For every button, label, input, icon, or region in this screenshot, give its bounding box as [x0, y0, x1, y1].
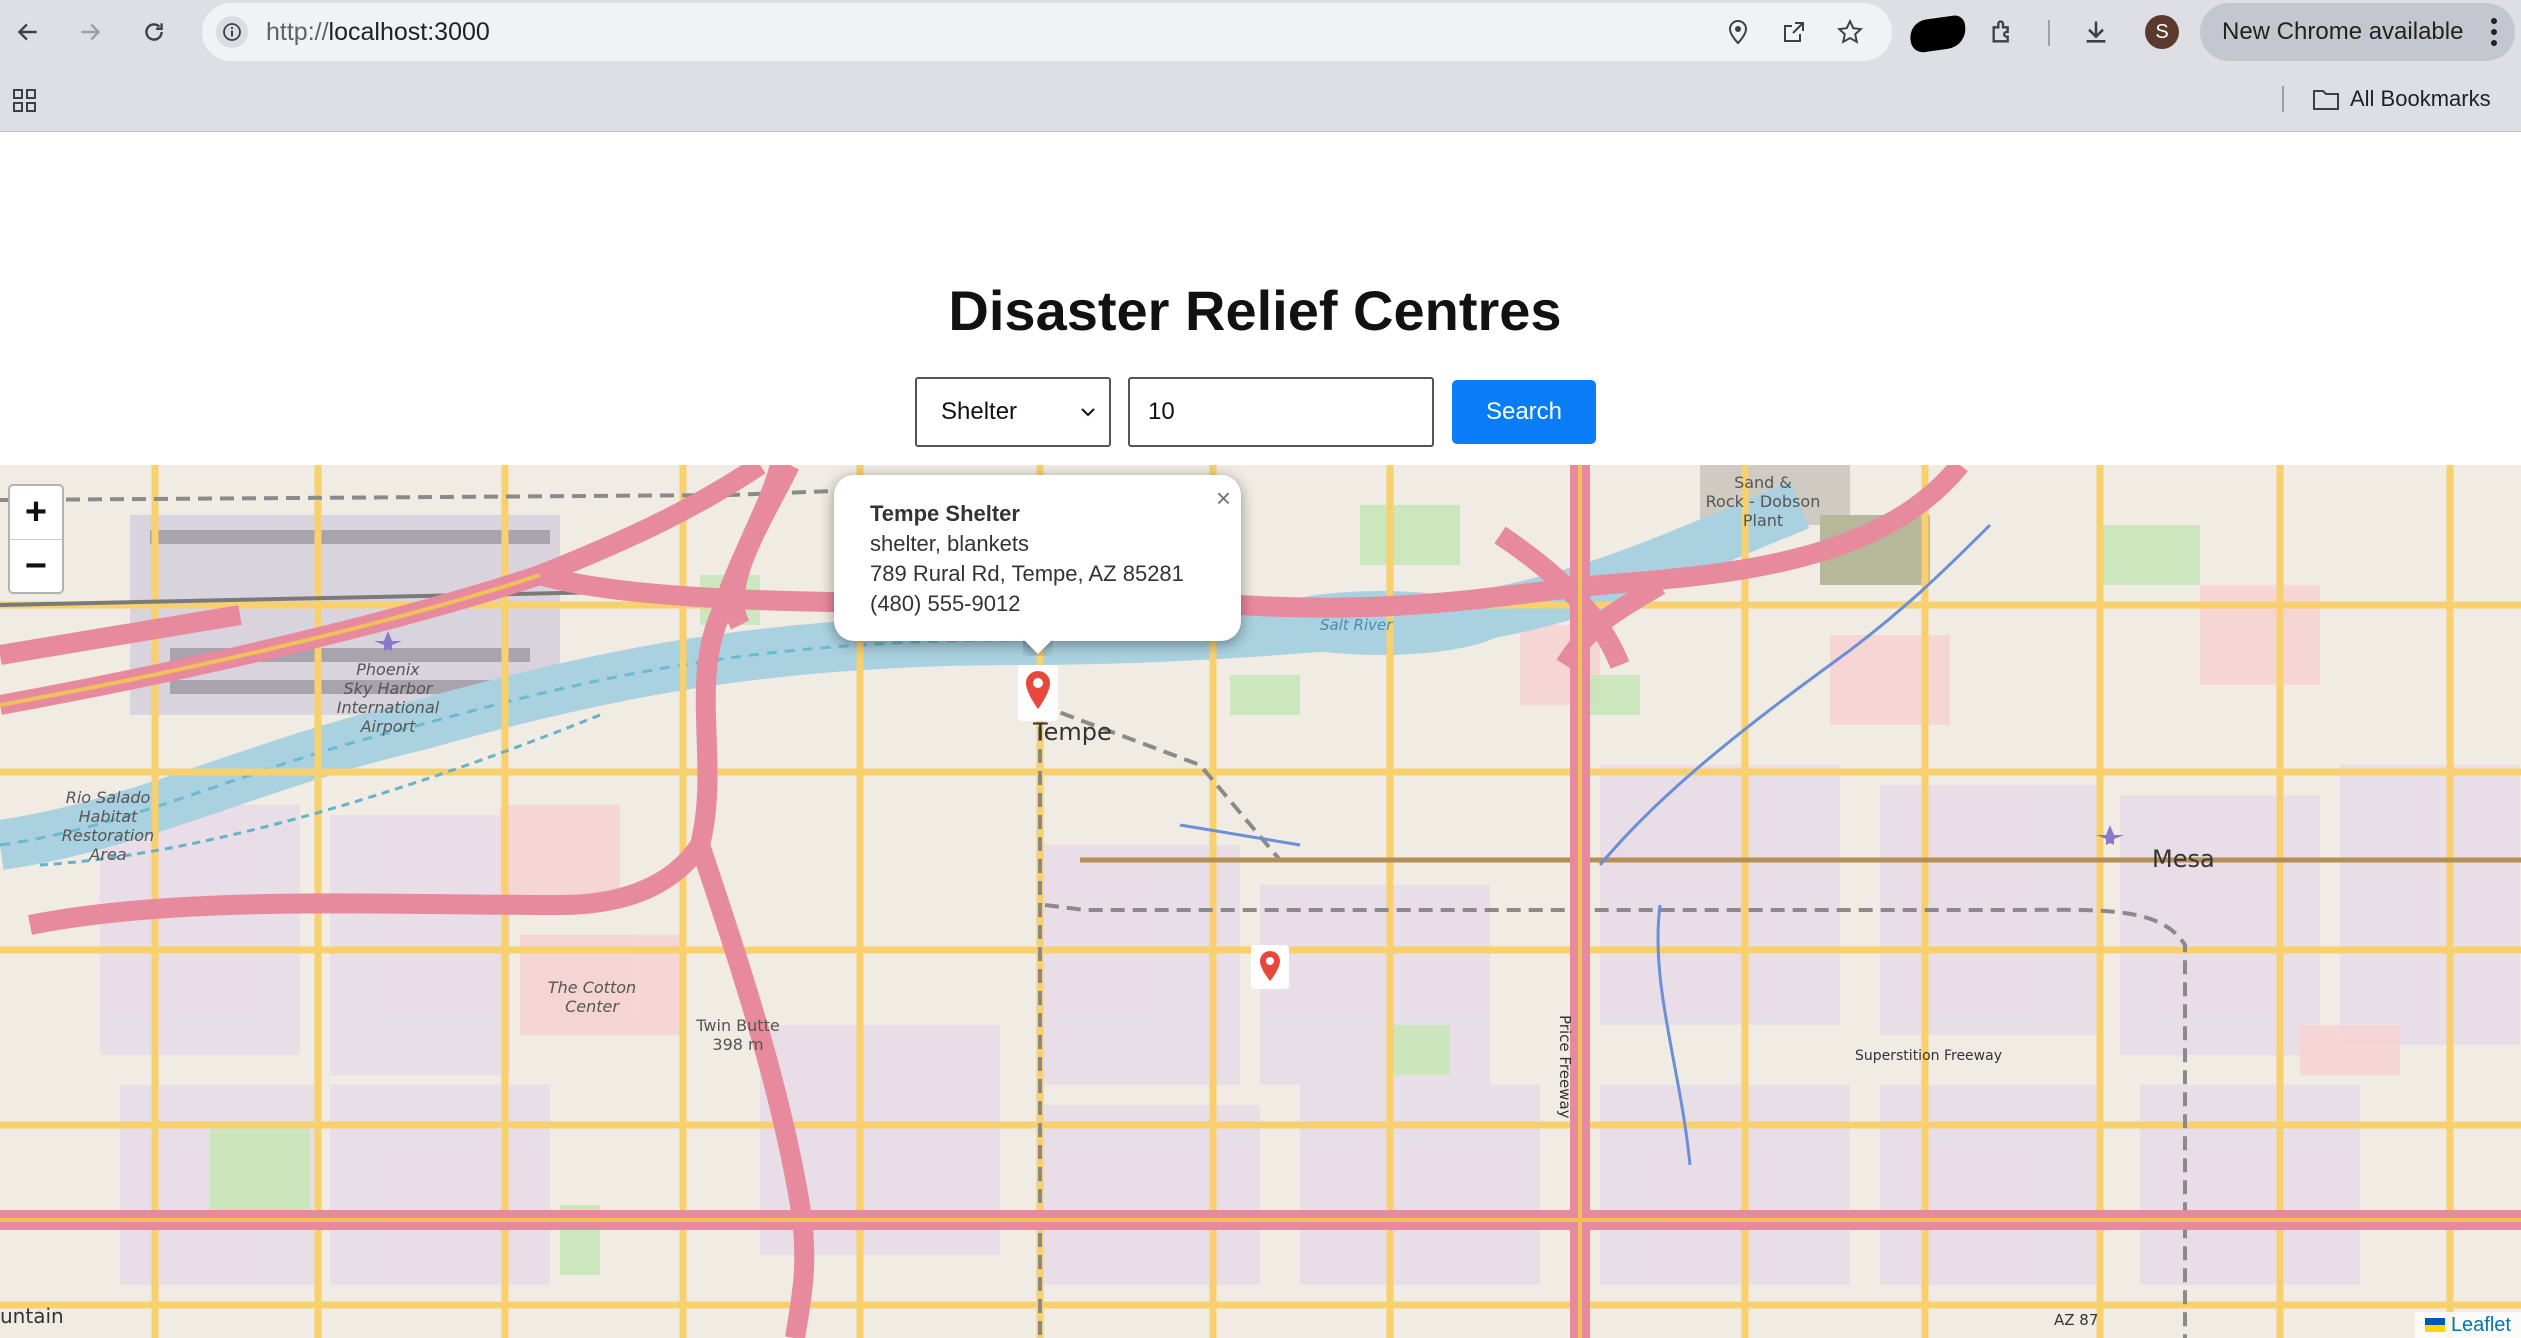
label-sand-1: Sand &: [1734, 473, 1792, 492]
bookmark-star-icon[interactable]: [1834, 16, 1866, 48]
search-button[interactable]: Search: [1452, 380, 1596, 444]
label-rio-2: Habitat: [79, 807, 139, 826]
url-text: http://localhost:3000: [266, 18, 490, 46]
site-info-icon[interactable]: [216, 16, 248, 48]
label-airport-1: Phoenix: [356, 660, 420, 679]
label-airport-3: International: [337, 698, 440, 717]
label-sand-2: Rock - Dobson: [1706, 492, 1821, 511]
bookmarks-divider: [2282, 86, 2284, 112]
bookmarks-bar: All Bookmarks: [0, 64, 2521, 132]
extension-icon-redacted[interactable]: [1908, 14, 1968, 54]
reload-icon: [145, 23, 163, 41]
selected-shelter-marker-icon[interactable]: [1018, 665, 1058, 721]
label-sand-3: Plant: [1743, 511, 1783, 530]
ukraine-flag-icon: [2424, 1318, 2445, 1332]
label-mesa: Mesa: [2152, 845, 2215, 873]
popup-tip: [1023, 638, 1053, 656]
downloads-icon[interactable]: [2078, 14, 2114, 50]
label-superstition-freeway: Superstition Freeway: [1855, 1048, 2002, 1064]
forward-button[interactable]: [70, 12, 110, 52]
label-cotton-1: The Cotton: [548, 978, 636, 997]
popup-address: 789 Rural Rd, Tempe, AZ 85281: [870, 561, 1184, 586]
label-rio-4: Area: [88, 845, 126, 864]
map-attribution: Leaflet: [2414, 1312, 2521, 1338]
reload-button[interactable]: [134, 12, 174, 52]
chevron-down-icon: [1081, 408, 1095, 417]
zoom-in-button[interactable]: +: [10, 486, 62, 539]
zoom-control: + −: [8, 484, 64, 594]
zoom-out-button[interactable]: −: [10, 539, 62, 592]
folder-icon: [2313, 90, 2339, 110]
label-mountain: untain: [0, 1304, 64, 1328]
browser-toolbar: http://localhost:3000 S New Chrome avail…: [0, 0, 2521, 64]
popup-centre-name: Tempe Shelter: [870, 501, 1020, 526]
label-az87: AZ 87: [2054, 1311, 2098, 1329]
profile-avatar[interactable]: S: [2145, 15, 2179, 49]
close-icon[interactable]: ×: [1216, 483, 1231, 514]
label-cotton-2: Center: [565, 997, 620, 1016]
toolbar-divider: [2048, 20, 2050, 46]
shelter-marker-icon[interactable]: [1251, 945, 1289, 989]
label-salt-river: Salt River: [1320, 616, 1393, 634]
radius-input[interactable]: 10: [1128, 377, 1434, 447]
all-bookmarks-button[interactable]: All Bookmarks: [2312, 86, 2491, 112]
map[interactable]: Tempe Mesa Phoenix Sky Harbor Internatio…: [0, 465, 2521, 1338]
label-rio-1: Rio Salado: [66, 788, 151, 807]
label-airport-2: Sky Harbor: [344, 679, 434, 698]
label-twin-butte: Twin Butte: [695, 1016, 779, 1035]
label-airport-4: Airport: [360, 717, 416, 736]
open-in-app-icon[interactable]: [1778, 16, 1810, 48]
centre-type-select[interactable]: Shelter: [915, 377, 1111, 447]
apps-grid-icon[interactable]: [12, 88, 38, 119]
label-twin-butte-elevation: 398 m: [712, 1035, 763, 1054]
popup-phone: (480) 555-9012: [870, 591, 1021, 616]
back-arrow-icon: [17, 23, 37, 41]
address-bar[interactable]: http://localhost:3000: [202, 3, 1892, 61]
new-chrome-available-button[interactable]: New Chrome available: [2200, 3, 2515, 61]
more-menu-icon: [2491, 18, 2497, 46]
leaflet-link[interactable]: Leaflet: [2451, 1314, 2511, 1337]
page-title: Disaster Relief Centres: [948, 279, 1562, 342]
label-rio-3: Restoration: [62, 826, 154, 845]
map-popup: × Tempe Shelter shelter, blankets 789 Ru…: [834, 475, 1241, 641]
popup-services: shelter, blankets: [870, 531, 1029, 556]
forward-arrow-icon: [81, 23, 101, 41]
map-tiles: Tempe Mesa Phoenix Sky Harbor Internatio…: [0, 465, 2521, 1338]
extensions-puzzle-icon[interactable]: [1985, 14, 2021, 50]
back-button[interactable]: [8, 12, 48, 52]
label-price-freeway: Price Freeway: [1556, 1015, 1574, 1119]
location-icon[interactable]: [1722, 16, 1754, 48]
label-tempe: Tempe: [1032, 718, 1112, 746]
